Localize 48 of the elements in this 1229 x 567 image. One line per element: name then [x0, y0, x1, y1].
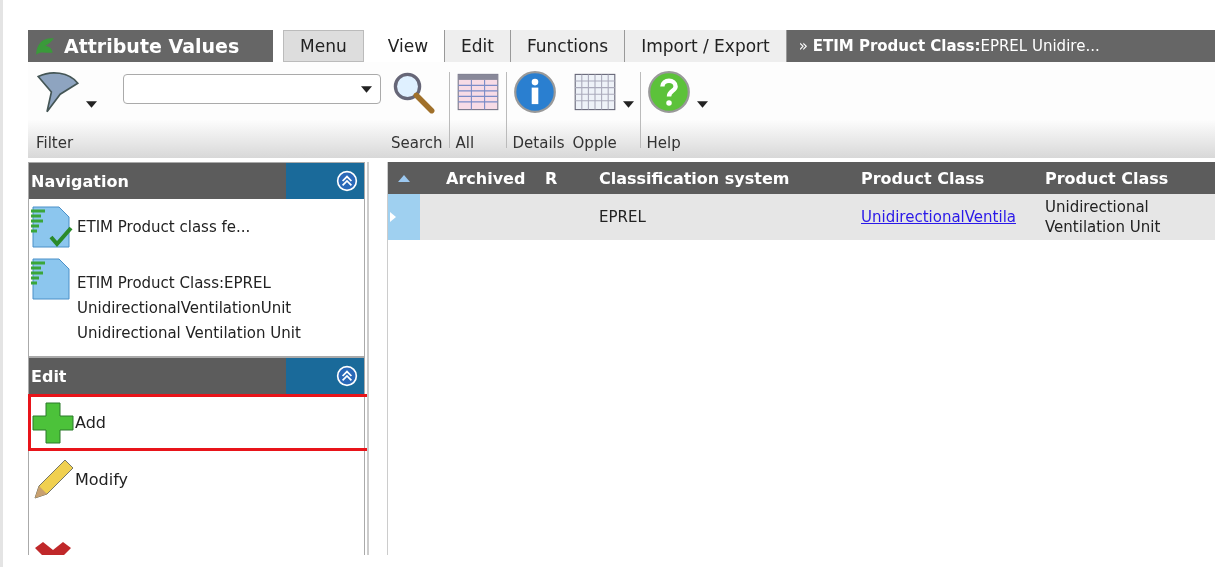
column-header[interactable]: R — [545, 168, 599, 188]
toolbar-button[interactable]: Search — [387, 62, 447, 158]
document-icon — [29, 257, 73, 301]
document-check-icon — [29, 205, 73, 249]
app-title: Attribute Values — [64, 35, 240, 57]
navigation-text: UnidirectionalVentilationUnit — [77, 298, 293, 319]
navigation-item[interactable]: ETIM Product class fe... — [29, 203, 364, 255]
tab[interactable]: Menu — [283, 30, 364, 62]
collapse-icon[interactable] — [336, 365, 358, 387]
pencil-icon — [31, 457, 75, 502]
toolbar-button[interactable]: Opple — [568, 62, 638, 158]
breadcrumb[interactable]: » ETIM Product Class:EPREL Unidire... — [786, 30, 1215, 62]
panel-title: Edit — [30, 366, 67, 386]
tab[interactable]: Edit — [445, 30, 511, 62]
navigation-text: Unidirectional Ventilation Unit — [77, 323, 301, 344]
sort-ascending-icon[interactable] — [398, 174, 410, 182]
funnel-icon — [36, 70, 80, 114]
column-header[interactable]: Product Class — [1045, 168, 1215, 188]
toolbar-button[interactable]: Details — [508, 62, 569, 158]
navigation-text: ETIM Product Class:EPREL — [77, 273, 272, 294]
leaf-logo-icon — [34, 35, 56, 57]
column-header[interactable]: Archived — [420, 168, 545, 188]
toolbar-button[interactable]: All — [451, 62, 504, 158]
navigation-text: ETIM Product class fe... — [77, 216, 251, 238]
action-item[interactable]: Modify — [28, 451, 364, 508]
search-combo-field[interactable] — [123, 74, 381, 104]
tab[interactable]: Functions — [510, 30, 626, 62]
panel-title: Navigation — [30, 171, 129, 191]
column-header[interactable]: Product Class — [861, 168, 1045, 188]
product-class-link[interactable]: UnidirectionalVentila — [861, 208, 1016, 226]
info-icon — [512, 70, 557, 114]
table-cell: EPREL — [599, 208, 646, 226]
navigation-item[interactable]: ETIM Product Class:EPREL UnidirectionalVentilationUnit Unidirectional Ventilation Unit — [29, 255, 364, 352]
caret-icon — [86, 101, 97, 108]
row-pointer-icon — [390, 212, 396, 222]
action-item[interactable]: Add — [28, 394, 370, 451]
plus-icon — [31, 400, 75, 445]
collapse-icon[interactable] — [336, 170, 358, 192]
table-cell: Unidirectional Ventilation Unit — [1045, 198, 1161, 236]
caret-icon — [622, 101, 634, 108]
toolbar-button[interactable]: Help — [642, 62, 712, 158]
tab[interactable]: Import / Export — [625, 30, 787, 62]
help-icon — [646, 70, 691, 114]
toolbar-button[interactable]: Filter — [32, 62, 101, 158]
caret-icon[interactable] — [361, 85, 372, 93]
search-icon — [391, 70, 435, 114]
caret-icon — [696, 101, 708, 108]
column-header[interactable]: Classification system — [599, 168, 861, 188]
